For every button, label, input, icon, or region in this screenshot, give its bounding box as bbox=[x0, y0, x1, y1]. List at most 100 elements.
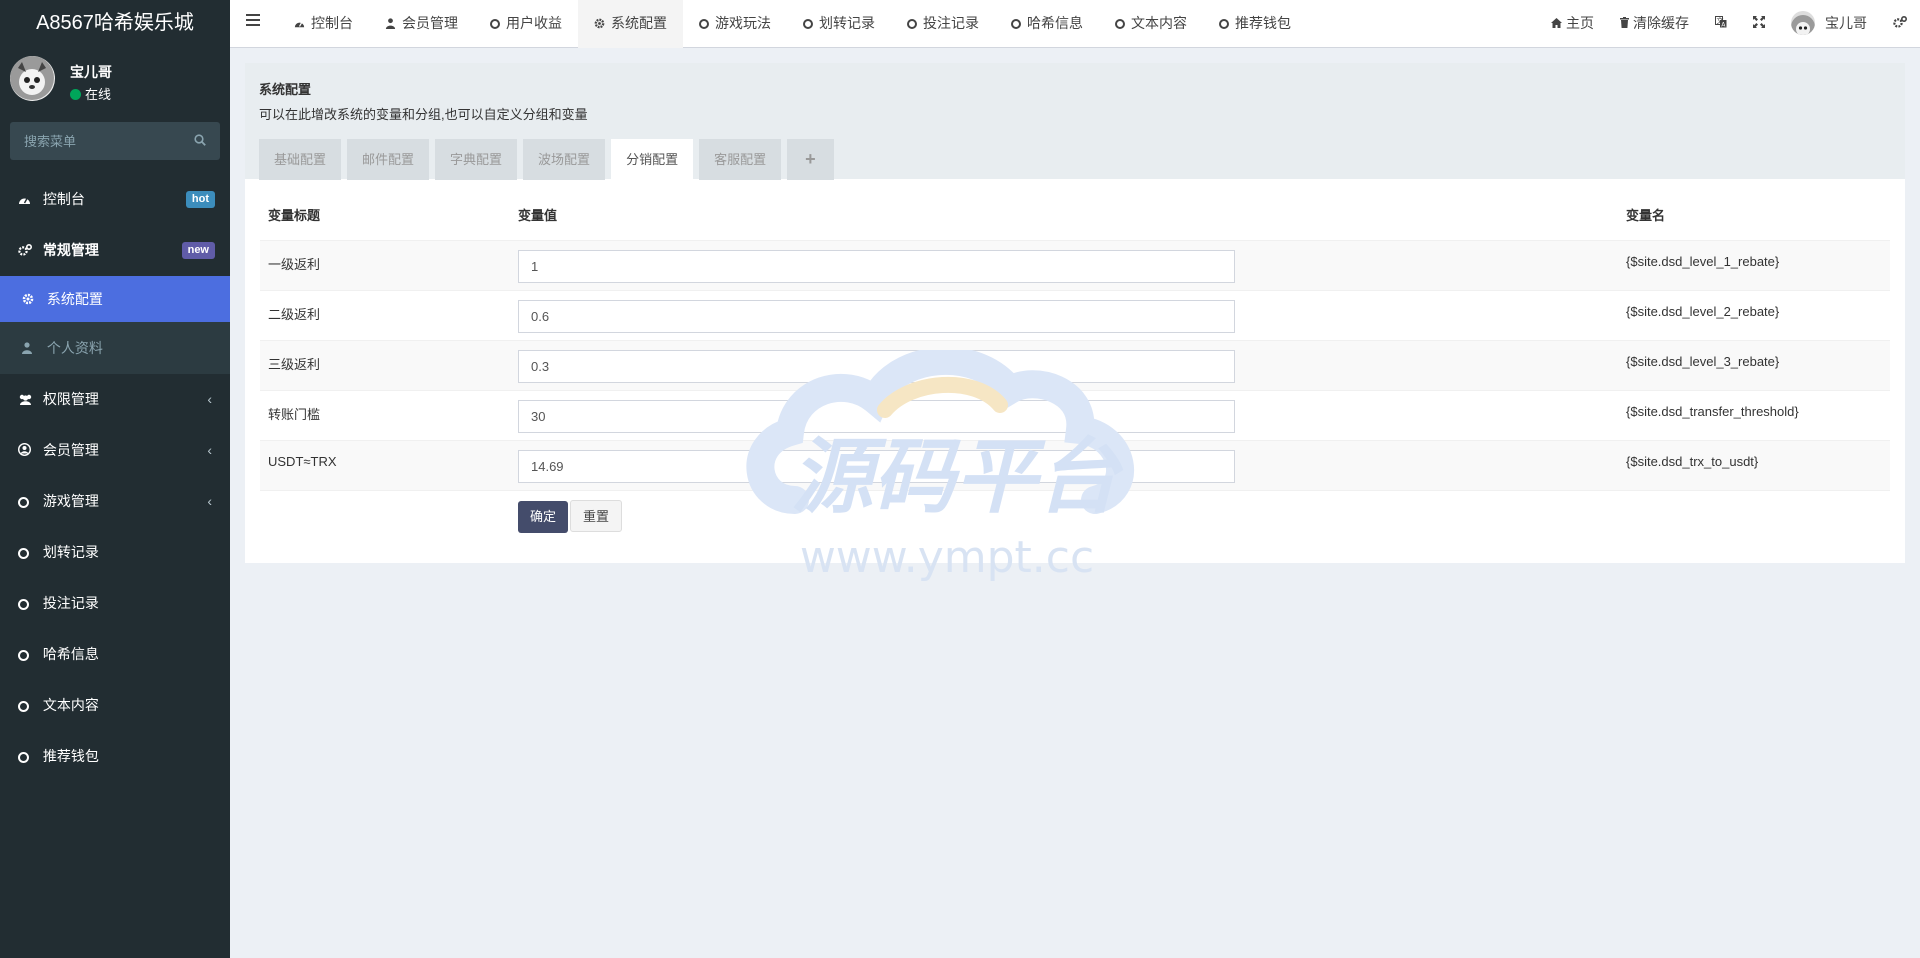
circle-icon bbox=[490, 19, 500, 29]
circle-icon bbox=[907, 19, 917, 29]
sidebar-item-label: 哈希信息 bbox=[42, 646, 99, 662]
hot-badge: hot bbox=[185, 191, 215, 208]
tab-basic-config[interactable]: 基础配置 bbox=[259, 139, 342, 180]
tab-hash-info[interactable]: 哈希信息 bbox=[995, 0, 1099, 48]
tab-tron-config[interactable]: 波场配置 bbox=[523, 139, 606, 180]
user-circle-icon bbox=[17, 426, 36, 477]
user-menu[interactable]: 宝儿哥 bbox=[1778, 0, 1880, 48]
circle-icon bbox=[18, 630, 36, 681]
circle-icon bbox=[1011, 19, 1021, 29]
sidebar-item-text-content[interactable]: 文本内容 bbox=[0, 680, 230, 731]
variable-value-input[interactable] bbox=[518, 249, 1235, 283]
home-label: 主页 bbox=[1566, 15, 1594, 31]
sidebar-item-label: 推荐钱包 bbox=[42, 748, 99, 764]
search-icon[interactable] bbox=[194, 134, 206, 149]
sidebar-item-label: 游戏管理 bbox=[42, 493, 99, 509]
sidebar-item-hash-info[interactable]: 哈希信息 bbox=[0, 629, 230, 680]
trash-icon bbox=[1620, 17, 1629, 28]
app-brand[interactable]: A8567哈希娱乐城 bbox=[0, 0, 230, 48]
translate-button[interactable]: 文A bbox=[1702, 0, 1740, 48]
cogs-icon bbox=[1893, 15, 1908, 28]
tab-transfer-records[interactable]: 划转记录 bbox=[787, 0, 891, 48]
user-icon bbox=[22, 323, 40, 375]
column-header: 变量值 bbox=[510, 189, 1618, 241]
tab-label: 控制台 bbox=[311, 15, 353, 31]
clear-cache-label: 清除缓存 bbox=[1633, 15, 1689, 31]
sidebar-item-referral-wallet[interactable]: 推荐钱包 bbox=[0, 731, 230, 782]
tab-email-config[interactable]: 邮件配置 bbox=[347, 139, 430, 180]
sidebar-item-label: 划转记录 bbox=[42, 544, 99, 560]
user-status-label: 在线 bbox=[85, 87, 112, 102]
table-row: 转账门槛 {$site.dsd_transfer_threshold} bbox=[260, 389, 1890, 440]
tab-label: 会员管理 bbox=[402, 15, 458, 31]
tab-label: 投注记录 bbox=[923, 15, 979, 31]
sidebar-item-general[interactable]: 常规管理 new bbox=[0, 225, 230, 276]
panel-header: 系统配置 可以在此增改系统的变量和分组,也可以自定义分组和变量 基础配置 邮件配… bbox=[245, 63, 1905, 180]
tab-referral-wallet[interactable]: 推荐钱包 bbox=[1203, 0, 1307, 48]
user-name: 宝儿哥 bbox=[70, 64, 112, 80]
sidebar-item-members[interactable]: 会员管理 ‹ bbox=[0, 425, 230, 476]
tab-label: 游戏玩法 bbox=[715, 15, 771, 31]
sidebar-item-bet-records[interactable]: 投注记录 bbox=[0, 578, 230, 629]
page-description: 可以在此增改系统的变量和分组,也可以自定义分组和变量 bbox=[259, 107, 588, 122]
sidebar-item-permissions[interactable]: 权限管理 ‹ bbox=[0, 374, 230, 425]
tab-dashboard[interactable]: 控制台 bbox=[278, 0, 369, 48]
tab-dictionary-config[interactable]: 字典配置 bbox=[435, 139, 518, 180]
variable-name: {$site.dsd_level_3_rebate} bbox=[1618, 339, 1890, 390]
settings-button[interactable] bbox=[1880, 0, 1920, 48]
confirm-button[interactable]: 确定 bbox=[518, 500, 569, 533]
circle-icon bbox=[18, 732, 36, 783]
search-input[interactable] bbox=[10, 122, 220, 160]
sidebar-item-label: 个人资料 bbox=[46, 340, 103, 356]
tab-distribution-config[interactable]: 分销配置 bbox=[611, 139, 694, 180]
variable-value-input[interactable] bbox=[518, 299, 1235, 333]
circle-icon bbox=[803, 19, 813, 29]
tab-game-rules[interactable]: 游戏玩法 bbox=[683, 0, 787, 48]
fullscreen-icon bbox=[1753, 16, 1765, 28]
dashboard-icon bbox=[18, 175, 36, 226]
sidebar-item-system-config[interactable]: 系统配置 bbox=[0, 276, 230, 322]
variable-value-input[interactable] bbox=[518, 449, 1235, 483]
tab-label: 推荐钱包 bbox=[1235, 15, 1291, 31]
fullscreen-button[interactable] bbox=[1740, 0, 1778, 48]
tab-label: 系统配置 bbox=[611, 15, 667, 31]
tab-support-config[interactable]: 客服配置 bbox=[699, 139, 782, 180]
table-row: USDT≈TRX {$site.dsd_trx_to_usdt} bbox=[260, 439, 1890, 490]
chevron-left-icon: ‹ bbox=[207, 442, 212, 458]
variable-name: {$site.dsd_trx_to_usdt} bbox=[1618, 439, 1890, 490]
sidebar-item-profile[interactable]: 个人资料 bbox=[0, 322, 230, 374]
dashboard-icon bbox=[294, 22, 305, 28]
gear-icon bbox=[22, 277, 40, 323]
chevron-left-icon: ‹ bbox=[207, 391, 212, 407]
tab-members[interactable]: 会员管理 bbox=[369, 0, 474, 48]
circle-icon bbox=[18, 477, 36, 528]
tab-user-earnings[interactable]: 用户收益 bbox=[474, 0, 578, 48]
tab-text-content[interactable]: 文本内容 bbox=[1099, 0, 1203, 48]
clear-cache-button[interactable]: 清除缓存 bbox=[1607, 0, 1702, 48]
user-menu-name: 宝儿哥 bbox=[1825, 15, 1867, 31]
tab-label: 划转记录 bbox=[819, 15, 875, 31]
table-row: 确定 重置 bbox=[260, 489, 1890, 540]
sidebar: A8567哈希娱乐城 宝儿哥 在线 控制台 hot 常规管理 new 系统配置 … bbox=[0, 0, 230, 958]
variable-value-input[interactable] bbox=[518, 399, 1235, 433]
top-navbar: 控制台 会员管理 用户收益 系统配置 游戏玩法 划转记录 投注记录 哈希信息 文… bbox=[230, 0, 1920, 48]
table-row: 三级返利 {$site.dsd_level_3_rebate} bbox=[260, 339, 1890, 390]
reset-button[interactable]: 重置 bbox=[570, 499, 623, 532]
sidebar-item-dashboard[interactable]: 控制台 hot bbox=[0, 174, 230, 225]
menu-toggle-icon[interactable] bbox=[246, 14, 260, 29]
home-link[interactable]: 主页 bbox=[1538, 0, 1607, 48]
translate-icon: 文A bbox=[1715, 16, 1727, 28]
sidebar-item-label: 系统配置 bbox=[46, 291, 103, 307]
variable-value-input[interactable] bbox=[518, 349, 1235, 383]
tab-label: 用户收益 bbox=[506, 15, 562, 31]
add-group-button[interactable]: + bbox=[787, 139, 834, 180]
sidebar-item-games[interactable]: 游戏管理 ‹ bbox=[0, 476, 230, 527]
circle-icon bbox=[1115, 19, 1125, 29]
tab-bet-records[interactable]: 投注记录 bbox=[891, 0, 995, 48]
tab-system-config[interactable]: 系统配置 bbox=[578, 0, 683, 48]
variable-title: 三级返利 bbox=[260, 339, 510, 390]
sidebar-item-label: 常规管理 bbox=[42, 242, 99, 258]
online-indicator-icon bbox=[70, 89, 81, 100]
sidebar-search bbox=[10, 122, 220, 160]
sidebar-item-transfer-records[interactable]: 划转记录 bbox=[0, 527, 230, 578]
